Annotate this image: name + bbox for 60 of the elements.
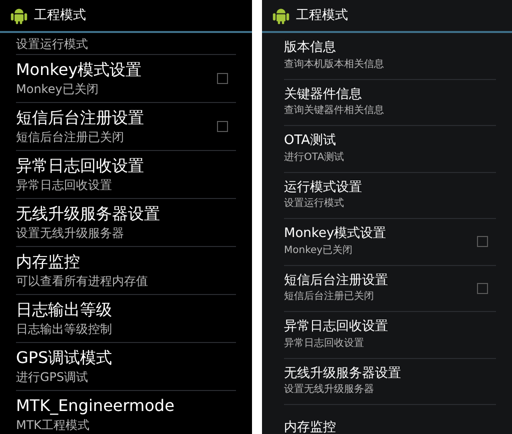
item-subtitle: Monkey已关闭 — [16, 82, 100, 97]
item-title: 短信后台注册设置 — [16, 108, 145, 128]
item-title: 关键器件信息 — [284, 86, 363, 104]
settings-item[interactable]: Monkey模式设置 Monkey已关闭 — [16, 55, 236, 103]
settings-item[interactable]: MTK_Engineermode MTK工程模式 — [16, 391, 236, 434]
item-title: 日志输出等级 — [16, 300, 113, 320]
settings-item[interactable]: 关键器件信息 查询关键器件相关信息 — [284, 80, 496, 126]
settings-item[interactable]: 内存监控 可以查看所有进程内存值 — [16, 247, 236, 295]
item-title: OTA测试 — [284, 133, 338, 150]
android-robot-icon — [272, 6, 290, 24]
settings-item[interactable]: 内存监控 — [284, 405, 496, 434]
item-title: 运行模式设置 — [284, 180, 363, 196]
item-title: Monkey模式设置 — [16, 60, 143, 80]
item-title: 内存监控 — [16, 252, 81, 272]
item-title: 版本信息 — [284, 40, 337, 57]
item-title: 短信后台注册设置 — [284, 272, 389, 290]
settings-item[interactable]: 日志输出等级 日志输出等级控制 — [16, 295, 236, 343]
settings-item[interactable]: 无线升级服务器设置 设置无线升级服务器 — [16, 199, 236, 247]
item-title: 无线升级服务器设置 — [16, 204, 161, 224]
item-title: GPS调试模式 — [16, 348, 114, 368]
settings-item[interactable]: 设置运行模式 — [16, 33, 236, 55]
item-title: 无线升级服务器设置 — [284, 366, 402, 382]
settings-item[interactable]: 无线升级服务器设置 设置无线升级服务器 — [284, 358, 496, 405]
app-title: 工程模式 — [296, 6, 348, 25]
app-title: 工程模式 — [34, 6, 86, 25]
item-subtitle: 设置无线升级服务器 — [16, 226, 125, 241]
checkbox[interactable] — [217, 121, 228, 132]
item-subtitle: 进行OTA测试 — [284, 152, 346, 164]
settings-item[interactable]: 版本信息 查询本机版本相关信息 — [284, 33, 496, 80]
item-subtitle: 短信后台注册已关闭 — [284, 291, 375, 304]
item-subtitle: 可以查看所有进程内存值 — [16, 274, 149, 289]
settings-item[interactable]: OTA测试 进行OTA测试 — [284, 126, 496, 172]
item-subtitle: 查询关键器件相关信息 — [284, 105, 385, 118]
item-subtitle: 查询本机版本相关信息 — [284, 58, 385, 72]
checkbox[interactable] — [477, 282, 488, 294]
checkbox[interactable] — [477, 236, 488, 248]
item-title: MTK_Engineermode — [16, 396, 176, 416]
item-subtitle: 异常日志回收设置 — [16, 178, 113, 193]
item-title: Monkey模式设置 — [284, 226, 388, 243]
settings-item[interactable]: 异常日志回收设置 异常日志回收设置 — [16, 151, 236, 199]
settings-item[interactable]: 异常日志回收设置 异常日志回收设置 — [284, 312, 496, 358]
android-robot-icon — [10, 6, 28, 24]
checkbox[interactable] — [217, 73, 228, 84]
item-subtitle: 进行GPS调试 — [16, 370, 90, 385]
item-subtitle: MTK工程模式 — [16, 418, 91, 433]
item-title: 内存监控 — [284, 420, 337, 434]
settings-item[interactable]: GPS调试模式 进行GPS调试 — [16, 343, 236, 391]
item-subtitle: 短信后台注册已关闭 — [16, 130, 125, 145]
item-subtitle: 日志输出等级控制 — [16, 322, 113, 337]
item-subtitle: 设置运行模式 — [284, 198, 345, 211]
item-title: 异常日志回收设置 — [16, 156, 145, 176]
settings-item[interactable]: 短信后台注册设置 短信后台注册已关闭 — [284, 266, 496, 312]
settings-item[interactable]: 短信后台注册设置 短信后台注册已关闭 — [16, 103, 236, 151]
item-subtitle: 设置无线升级服务器 — [284, 384, 375, 397]
item-subtitle: Monkey已关闭 — [284, 244, 354, 258]
item-title: 异常日志回收设置 — [284, 319, 389, 336]
item-subtitle: 设置运行模式 — [16, 37, 89, 52]
settings-item[interactable]: Monkey模式设置 Monkey已关闭 — [284, 219, 496, 266]
settings-item[interactable]: 运行模式设置 设置运行模式 — [284, 172, 496, 219]
item-subtitle: 异常日志回收设置 — [284, 338, 365, 350]
